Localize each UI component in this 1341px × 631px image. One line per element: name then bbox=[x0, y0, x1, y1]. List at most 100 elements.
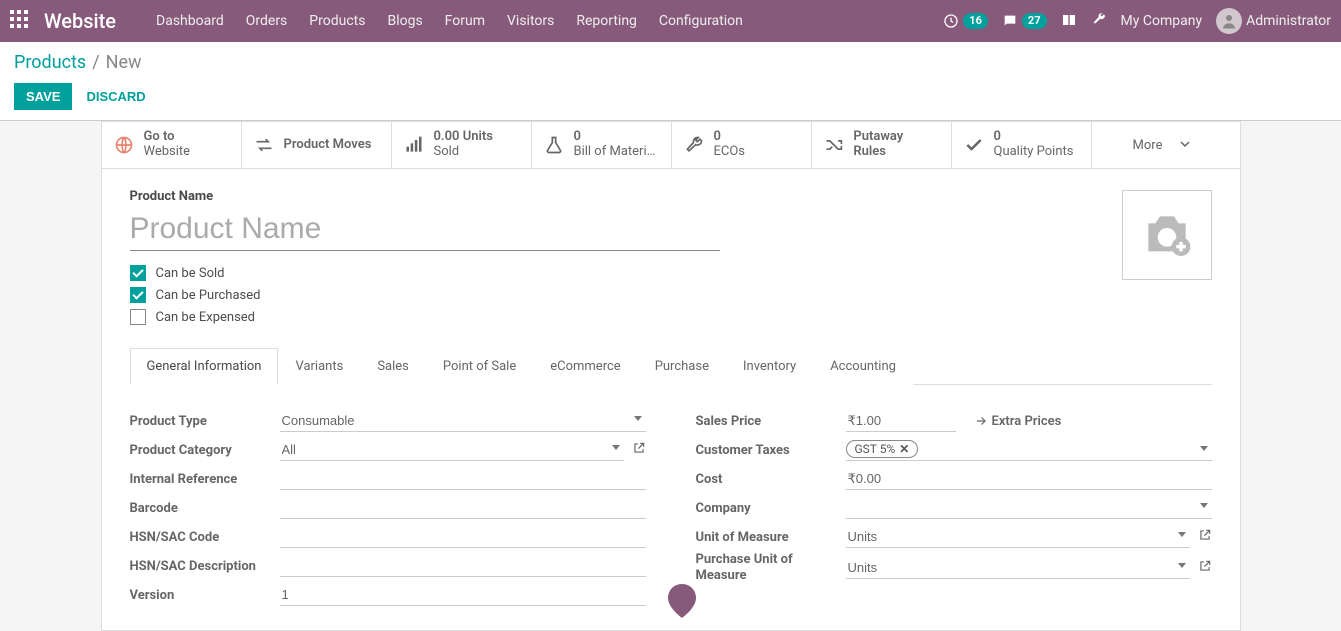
stat-product-moves[interactable]: Product Moves bbox=[242, 122, 392, 168]
check-icon bbox=[964, 135, 984, 155]
tab-accounting[interactable]: Accounting bbox=[813, 348, 913, 385]
tab-general-information[interactable]: General Information bbox=[130, 348, 279, 385]
nav-reporting[interactable]: Reporting bbox=[576, 13, 637, 29]
uom-label: Unit of Measure bbox=[696, 530, 846, 545]
avatar bbox=[1216, 8, 1242, 34]
cost-input[interactable] bbox=[846, 468, 1212, 490]
nav-blogs[interactable]: Blogs bbox=[387, 13, 422, 29]
messages-badge: 27 bbox=[1022, 13, 1047, 29]
barcode-input[interactable] bbox=[280, 497, 646, 519]
tab-variants[interactable]: Variants bbox=[278, 348, 360, 385]
tax-tag[interactable]: GST 5% ✕ bbox=[846, 440, 919, 458]
version-input[interactable] bbox=[280, 584, 646, 606]
extra-prices-link[interactable]: Extra Prices bbox=[974, 414, 1062, 429]
company-select[interactable] bbox=[846, 497, 1212, 519]
nav-orders[interactable]: Orders bbox=[246, 13, 288, 29]
shuffle-icon bbox=[824, 135, 844, 155]
nav-products[interactable]: Products bbox=[309, 13, 365, 29]
user-name: Administrator bbox=[1246, 13, 1331, 29]
stat-goto-website[interactable]: Go toWebsite bbox=[102, 122, 242, 168]
breadcrumb: Products / New bbox=[14, 52, 1327, 73]
arrow-right-icon bbox=[974, 414, 988, 428]
purchase-uom-select[interactable] bbox=[846, 557, 1190, 579]
barcode-label: Barcode bbox=[130, 501, 280, 516]
hsn-desc-input[interactable] bbox=[280, 555, 646, 577]
customer-taxes-label: Customer Taxes bbox=[696, 443, 846, 458]
chk-can-be-expensed[interactable]: Can be Expensed bbox=[130, 309, 1212, 325]
transfer-icon bbox=[254, 135, 274, 155]
tab-purchase[interactable]: Purchase bbox=[638, 348, 726, 385]
apps-icon[interactable] bbox=[10, 10, 28, 32]
product-image-box[interactable] bbox=[1122, 190, 1212, 280]
chk-can-be-purchased[interactable]: Can be Purchased bbox=[130, 287, 1212, 303]
globe-icon bbox=[114, 135, 134, 155]
company-switcher[interactable]: My Company bbox=[1121, 13, 1203, 29]
wrench-icon bbox=[684, 135, 704, 155]
brand-title[interactable]: Website bbox=[44, 9, 116, 33]
external-link-icon[interactable] bbox=[632, 441, 646, 459]
activities-badge: 16 bbox=[963, 13, 988, 29]
hsn-code-label: HSN/SAC Code bbox=[130, 530, 280, 545]
nav-configuration[interactable]: Configuration bbox=[659, 13, 743, 29]
tab-ecommerce[interactable]: eCommerce bbox=[533, 348, 637, 385]
product-category-select[interactable] bbox=[280, 439, 624, 461]
breadcrumb-current: New bbox=[106, 52, 142, 73]
left-column: Product Type Product Category Internal R… bbox=[130, 407, 646, 610]
tab-sales[interactable]: Sales bbox=[360, 348, 426, 385]
gift-icon[interactable] bbox=[1061, 11, 1077, 31]
version-label: Version bbox=[130, 588, 280, 603]
page-header: Products / New SAVE DISCARD bbox=[0, 42, 1341, 121]
chk-can-be-sold[interactable]: Can be Sold bbox=[130, 265, 1212, 281]
wrench-icon[interactable] bbox=[1091, 11, 1107, 31]
nav-forum[interactable]: Forum bbox=[445, 13, 485, 29]
stat-quality[interactable]: 0Quality Points bbox=[952, 122, 1092, 168]
camera-plus-icon bbox=[1139, 207, 1195, 263]
hsn-desc-label: HSN/SAC Description bbox=[130, 559, 280, 574]
stat-putaway[interactable]: Putaway Rules bbox=[812, 122, 952, 168]
form-sheet: Go toWebsite Product Moves 0.00 UnitsSol… bbox=[101, 121, 1241, 631]
product-name-label: Product Name bbox=[130, 189, 1212, 204]
stat-more[interactable]: More bbox=[1092, 122, 1232, 168]
purchase-uom-label: Purchase Unit ofMeasure bbox=[696, 552, 846, 583]
hsn-code-input[interactable] bbox=[280, 526, 646, 548]
stat-ecos[interactable]: 0ECOs bbox=[672, 122, 812, 168]
activities-button[interactable]: 16 bbox=[943, 13, 988, 29]
uom-select[interactable] bbox=[846, 526, 1190, 548]
right-column: Sales Price Extra Prices Customer Taxes bbox=[696, 407, 1212, 610]
remove-tag-icon[interactable]: ✕ bbox=[899, 442, 909, 456]
top-nav: Dashboard Orders Products Blogs Forum Vi… bbox=[156, 13, 943, 29]
breadcrumb-products[interactable]: Products bbox=[14, 52, 86, 73]
sales-price-input[interactable] bbox=[846, 410, 956, 432]
stat-sold[interactable]: 0.00 UnitsSold bbox=[392, 122, 532, 168]
internal-ref-input[interactable] bbox=[280, 468, 646, 490]
sales-price-label: Sales Price bbox=[696, 414, 846, 429]
chevron-down-icon bbox=[1180, 138, 1190, 153]
save-button[interactable]: SAVE bbox=[14, 83, 72, 110]
tab-point-of-sale[interactable]: Point of Sale bbox=[426, 348, 533, 385]
topbar: Website Dashboard Orders Products Blogs … bbox=[0, 0, 1341, 42]
checkbox-icon bbox=[130, 309, 146, 325]
product-name-input[interactable] bbox=[130, 208, 720, 251]
product-category-label: Product Category bbox=[130, 443, 280, 458]
internal-ref-label: Internal Reference bbox=[130, 472, 280, 487]
stat-row: Go toWebsite Product Moves 0.00 UnitsSol… bbox=[102, 122, 1240, 169]
external-link-icon[interactable] bbox=[1198, 528, 1212, 546]
checkbox-icon bbox=[130, 265, 146, 281]
tab-inventory[interactable]: Inventory bbox=[726, 348, 813, 385]
breadcrumb-separator: / bbox=[92, 52, 99, 73]
messages-button[interactable]: 27 bbox=[1002, 13, 1047, 29]
nav-visitors[interactable]: Visitors bbox=[507, 13, 554, 29]
flask-icon bbox=[544, 135, 564, 155]
user-menu[interactable]: Administrator bbox=[1216, 8, 1331, 34]
company-label: Company bbox=[696, 501, 846, 516]
stat-bom[interactable]: 0Bill of Materi… bbox=[532, 122, 672, 168]
external-link-icon[interactable] bbox=[1198, 559, 1212, 577]
discard-button[interactable]: DISCARD bbox=[86, 89, 145, 104]
nav-dashboard[interactable]: Dashboard bbox=[156, 13, 224, 29]
product-type-select[interactable] bbox=[280, 410, 646, 432]
checkbox-icon bbox=[130, 287, 146, 303]
bars-icon bbox=[404, 135, 424, 155]
product-type-label: Product Type bbox=[130, 414, 280, 429]
chevron-down-icon bbox=[1200, 446, 1208, 451]
cost-label: Cost bbox=[696, 472, 846, 487]
